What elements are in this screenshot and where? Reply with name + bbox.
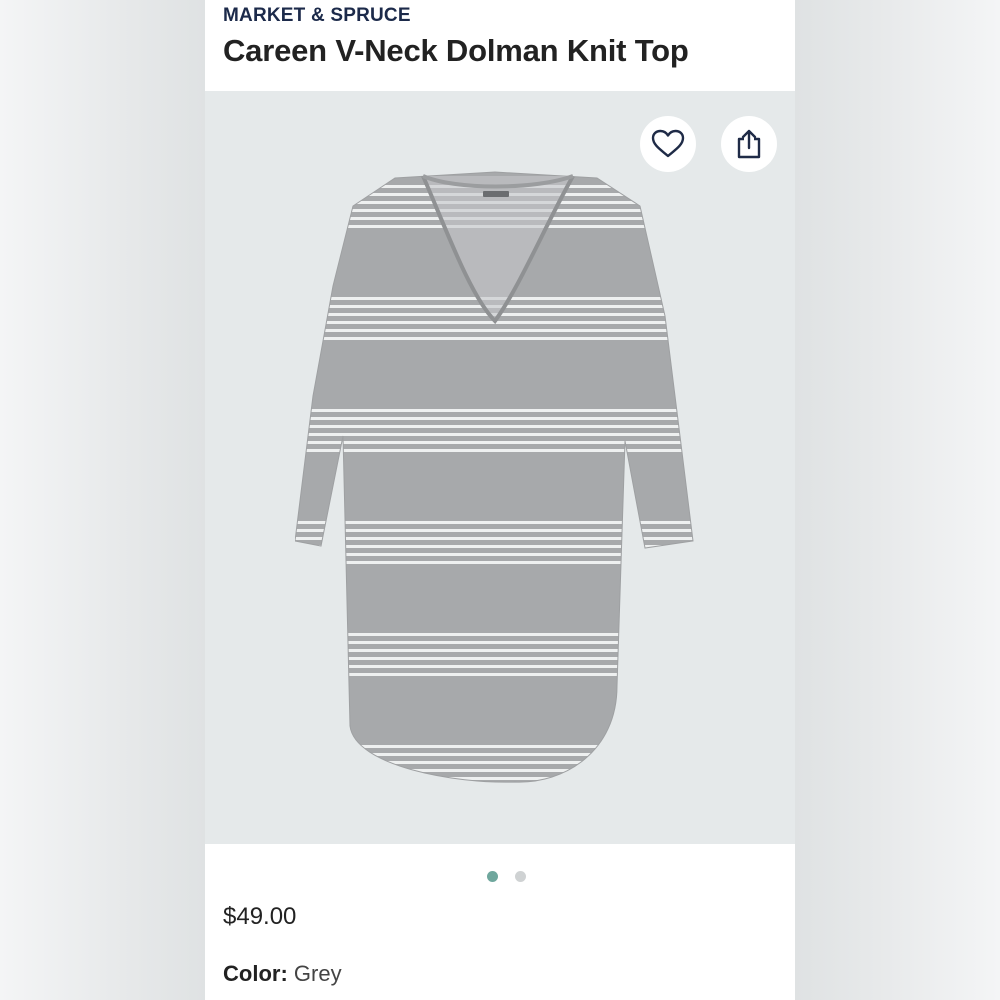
brand-name[interactable]: MARKET & SPRUCE xyxy=(223,5,411,27)
pagination-dot-active[interactable] xyxy=(487,871,498,882)
color-value: Grey xyxy=(293,961,342,986)
share-icon xyxy=(737,129,761,159)
favorite-button[interactable] xyxy=(640,116,696,172)
heart-icon xyxy=(651,129,685,158)
color-label: Color: xyxy=(223,961,294,986)
product-price: $49.00 xyxy=(223,903,297,930)
product-image-gallery[interactable] xyxy=(205,91,795,844)
left-margin xyxy=(0,0,205,1000)
right-margin xyxy=(795,0,1000,1000)
product-image xyxy=(295,171,694,783)
product-panel: MARKET & SPRUCE Careen V-Neck Dolman Kni… xyxy=(205,0,795,1000)
share-button[interactable] xyxy=(721,116,777,172)
product-title: Careen V-Neck Dolman Knit Top xyxy=(223,33,689,68)
pagination-dot[interactable] xyxy=(515,871,526,882)
color-selector: Color: Grey xyxy=(223,961,342,987)
gallery-pagination xyxy=(205,869,795,883)
